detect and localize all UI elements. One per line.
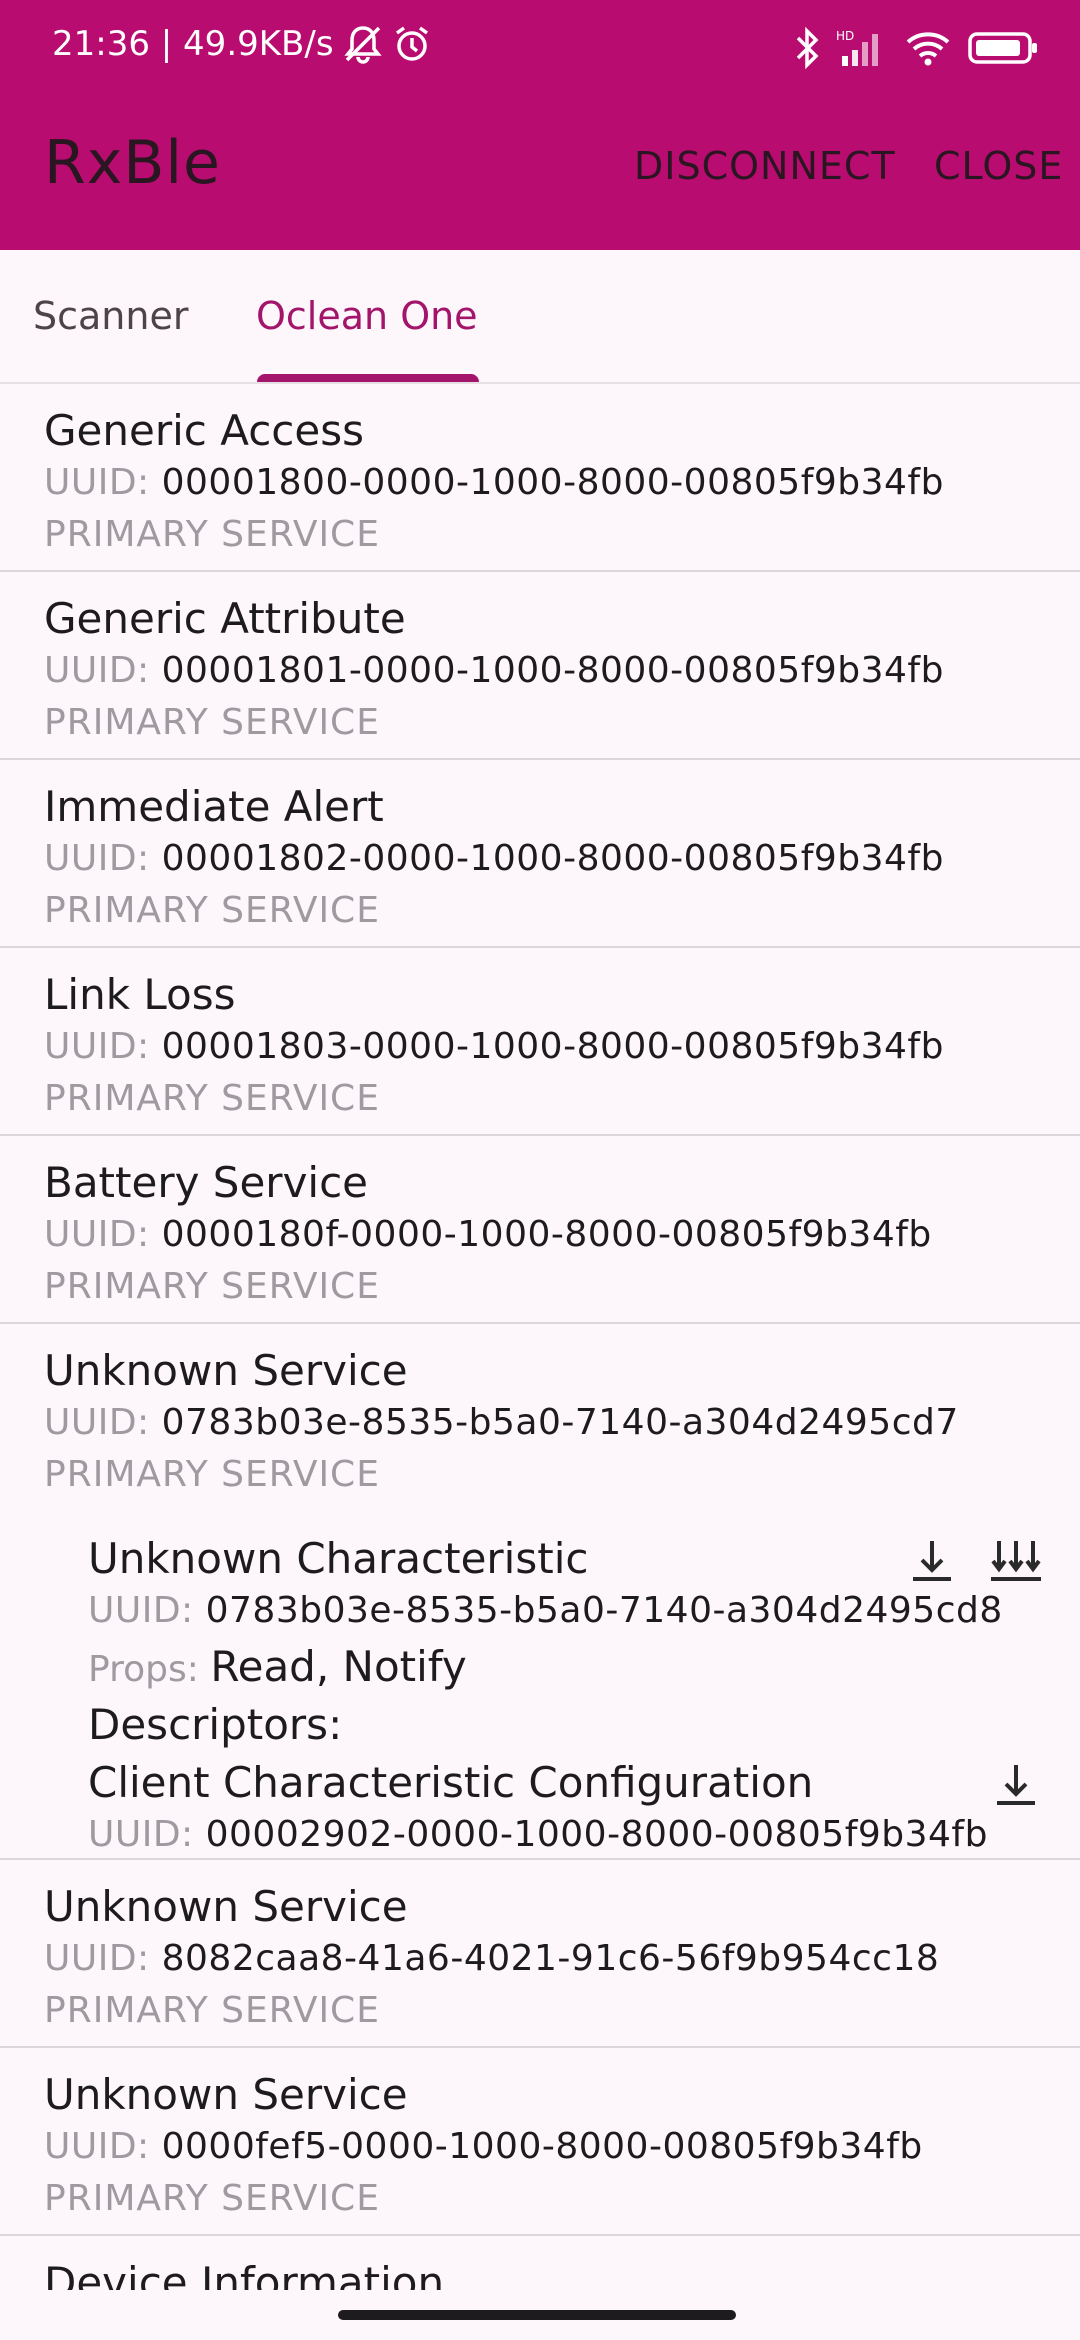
status-bar: 21:36 | 49.9KB/s HD — [0, 0, 1080, 100]
service-type: PRIMARY SERVICE — [44, 1990, 380, 2031]
list-item[interactable]: Device Information — [0, 2236, 1080, 2290]
service-uuid: UUID: 0000180f-0000-1000-8000-00805f9b34… — [44, 1214, 932, 1255]
descriptors-heading: Descriptors: — [88, 1700, 343, 1749]
uuid-value: 00001800-0000-1000-8000-00805f9b34fb — [161, 462, 944, 503]
descriptor-uuid: UUID: 00002902-0000-1000-8000-00805f9b34… — [88, 1814, 988, 1855]
uuid-label: UUID: — [88, 1814, 194, 1855]
alarm-icon — [392, 24, 432, 64]
service-uuid: UUID: 8082caa8-41a6-4021-91c6-56f9b954cc… — [44, 1938, 939, 1979]
signal-hd-icon: HD — [836, 28, 888, 68]
app-bar: RxBle DISCONNECT CLOSE — [0, 100, 1080, 250]
service-name: Device Information — [44, 2258, 445, 2290]
service-name: Unknown Service — [44, 2070, 408, 2119]
service-type: PRIMARY SERVICE — [44, 702, 380, 743]
list-item[interactable]: Generic Attribute UUID: 00001801-0000-10… — [0, 572, 1080, 760]
service-uuid: UUID: 00001802-0000-1000-8000-00805f9b34… — [44, 838, 944, 879]
service-name: Generic Attribute — [44, 594, 406, 643]
status-time-speed: 21:36 | 49.9KB/s — [52, 24, 334, 64]
characteristic-props: Props: Read, Notify — [88, 1642, 467, 1691]
uuid-label: UUID: — [44, 650, 150, 691]
props-label: Props: — [88, 1649, 199, 1690]
app-title: RxBle — [44, 128, 221, 198]
uuid-value: 00001803-0000-1000-8000-00805f9b34fb — [161, 1026, 944, 1067]
uuid-label: UUID: — [88, 1590, 194, 1631]
list-item[interactable]: Unknown Service UUID: 0783b03e-8535-b5a0… — [0, 1324, 1080, 1860]
service-uuid: UUID: 0783b03e-8535-b5a0-7140-a304d2495c… — [44, 1402, 959, 1443]
disconnect-button[interactable]: DISCONNECT — [634, 144, 896, 188]
tab-scanner[interactable]: Scanner — [33, 294, 188, 338]
service-type: PRIMARY SERVICE — [44, 1454, 380, 1495]
service-list[interactable]: Generic Access UUID: 00001800-0000-1000-… — [0, 384, 1080, 2290]
service-name: Unknown Service — [44, 1346, 408, 1395]
service-name: Link Loss — [44, 970, 236, 1019]
service-uuid: UUID: 00001803-0000-1000-8000-00805f9b34… — [44, 1026, 944, 1067]
read-download-icon[interactable] — [902, 1530, 962, 1590]
descriptor-read-download-icon[interactable] — [986, 1754, 1046, 1814]
service-name: Generic Access — [44, 406, 365, 455]
uuid-label: UUID: — [44, 462, 150, 503]
uuid-value: 0783b03e-8535-b5a0-7140-a304d2495cd8 — [205, 1590, 1003, 1631]
tab-oclean-one[interactable]: Oclean One — [256, 294, 478, 338]
service-type: PRIMARY SERVICE — [44, 2178, 380, 2219]
service-uuid: UUID: 00001801-0000-1000-8000-00805f9b34… — [44, 650, 944, 691]
service-type: PRIMARY SERVICE — [44, 1078, 380, 1119]
list-item[interactable]: Battery Service UUID: 0000180f-0000-1000… — [0, 1136, 1080, 1324]
uuid-value: 0000180f-0000-1000-8000-00805f9b34fb — [161, 1214, 932, 1255]
service-uuid: UUID: 0000fef5-0000-1000-8000-00805f9b34… — [44, 2126, 923, 2167]
service-type: PRIMARY SERVICE — [44, 514, 380, 555]
uuid-label: UUID: — [44, 838, 150, 879]
uuid-label: UUID: — [44, 2126, 150, 2167]
service-name: Battery Service — [44, 1158, 369, 1207]
service-type: PRIMARY SERVICE — [44, 1266, 380, 1307]
characteristic-name: Unknown Characteristic — [88, 1534, 589, 1583]
uuid-value: 8082caa8-41a6-4021-91c6-56f9b954cc18 — [161, 1938, 940, 1979]
props-value: Read, Notify — [210, 1642, 467, 1691]
bluetooth-icon — [794, 26, 820, 70]
svg-text:HD: HD — [836, 29, 854, 43]
list-item[interactable]: Immediate Alert UUID: 00001802-0000-1000… — [0, 760, 1080, 948]
close-button[interactable]: CLOSE — [934, 144, 1063, 188]
status-left: 21:36 | 49.9KB/s — [52, 24, 432, 64]
uuid-label: UUID: — [44, 1026, 150, 1067]
mute-bell-icon — [342, 24, 384, 64]
uuid-value: 0783b03e-8535-b5a0-7140-a304d2495cd7 — [161, 1402, 959, 1443]
list-item[interactable]: Unknown Service UUID: 8082caa8-41a6-4021… — [0, 1860, 1080, 2048]
list-item[interactable]: Unknown Service UUID: 0000fef5-0000-1000… — [0, 2048, 1080, 2236]
uuid-label: UUID: — [44, 1938, 150, 1979]
battery-icon — [968, 28, 1040, 68]
active-tab-indicator — [257, 374, 479, 382]
characteristic-uuid: UUID: 0783b03e-8535-b5a0-7140-a304d2495c… — [88, 1590, 1003, 1631]
uuid-value: 0000fef5-0000-1000-8000-00805f9b34fb — [161, 2126, 923, 2167]
wifi-icon — [904, 28, 952, 68]
uuid-label: UUID: — [44, 1402, 150, 1443]
service-name: Immediate Alert — [44, 782, 384, 831]
uuid-value: 00002902-0000-1000-8000-00805f9b34fb — [205, 1814, 988, 1855]
uuid-value: 00001801-0000-1000-8000-00805f9b34fb — [161, 650, 944, 691]
tab-bar: Scanner Oclean One — [0, 250, 1080, 384]
status-right: HD — [794, 26, 1040, 70]
service-name: Unknown Service — [44, 1882, 408, 1931]
notify-multi-download-icon[interactable] — [986, 1530, 1046, 1590]
uuid-label: UUID: — [44, 1214, 150, 1255]
home-indicator[interactable] — [338, 2310, 736, 2320]
uuid-value: 00001802-0000-1000-8000-00805f9b34fb — [161, 838, 944, 879]
service-uuid: UUID: 00001800-0000-1000-8000-00805f9b34… — [44, 462, 944, 503]
service-type: PRIMARY SERVICE — [44, 890, 380, 931]
list-item[interactable]: Link Loss UUID: 00001803-0000-1000-8000-… — [0, 948, 1080, 1136]
list-item[interactable]: Generic Access UUID: 00001800-0000-1000-… — [0, 384, 1080, 572]
descriptor-name: Client Characteristic Configuration — [88, 1758, 814, 1807]
